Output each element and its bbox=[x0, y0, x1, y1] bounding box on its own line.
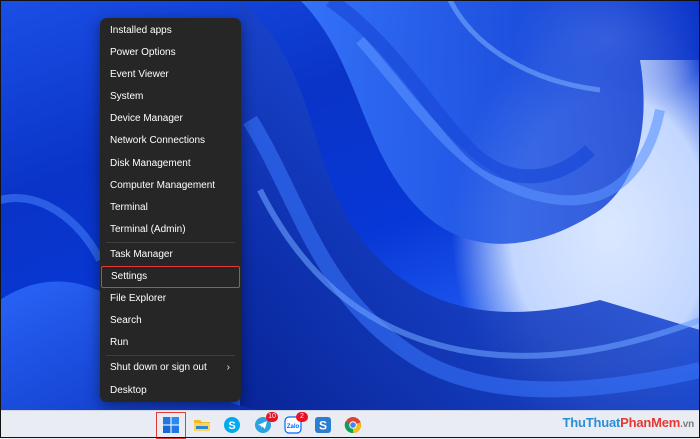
zalo-icon[interactable]: Zalo 2 bbox=[283, 412, 308, 435]
menu-separator bbox=[106, 241, 235, 243]
snagit-icon[interactable]: S bbox=[313, 415, 333, 435]
svg-text:S: S bbox=[319, 419, 327, 433]
menu-item-task-manager[interactable]: Task Manager bbox=[100, 244, 241, 266]
menu-item-terminal[interactable]: Terminal bbox=[100, 197, 241, 219]
menu-item-system[interactable]: System bbox=[100, 86, 241, 108]
chrome-icon[interactable] bbox=[343, 415, 363, 435]
notification-badge: 2 bbox=[296, 412, 308, 422]
menu-item-network-connections[interactable]: Network Connections bbox=[100, 130, 241, 152]
menu-item-installed-apps[interactable]: Installed apps bbox=[100, 20, 241, 42]
menu-item-terminal-admin[interactable]: Terminal (Admin) bbox=[100, 219, 241, 241]
menu-separator bbox=[106, 355, 235, 357]
chevron-right-icon: › bbox=[226, 362, 230, 374]
menu-item-disk-management[interactable]: Disk Management bbox=[100, 153, 241, 175]
menu-item-desktop[interactable]: Desktop bbox=[100, 380, 241, 402]
windows-start-icon[interactable] bbox=[161, 415, 181, 435]
menu-item-run[interactable]: Run bbox=[100, 332, 241, 354]
menu-item-settings[interactable]: Settings bbox=[101, 266, 240, 289]
telegram-icon[interactable]: 10 bbox=[253, 412, 278, 435]
menu-item-file-explorer[interactable]: File Explorer bbox=[100, 288, 241, 310]
svg-text:S: S bbox=[228, 420, 235, 432]
winx-context-menu: Installed apps Power Options Event Viewe… bbox=[100, 18, 241, 402]
menu-item-label: Shut down or sign out bbox=[110, 362, 207, 374]
menu-item-device-manager[interactable]: Device Manager bbox=[100, 108, 241, 130]
file-explorer-icon[interactable] bbox=[192, 415, 212, 435]
menu-item-power-options[interactable]: Power Options bbox=[100, 42, 241, 64]
svg-text:Zalo: Zalo bbox=[287, 424, 300, 430]
menu-item-event-viewer[interactable]: Event Viewer bbox=[100, 64, 241, 86]
watermark-logo: ThuThuatPhanMem.vn bbox=[562, 415, 695, 430]
menu-item-computer-management[interactable]: Computer Management bbox=[100, 175, 241, 197]
desktop-wallpaper: Installed apps Power Options Event Viewe… bbox=[0, 0, 700, 410]
menu-item-shut-down-or-sign-out[interactable]: Shut down or sign out › bbox=[100, 357, 241, 379]
skype-icon[interactable]: S bbox=[222, 415, 242, 435]
menu-item-search[interactable]: Search bbox=[100, 310, 241, 332]
notification-badge: 10 bbox=[266, 412, 278, 422]
